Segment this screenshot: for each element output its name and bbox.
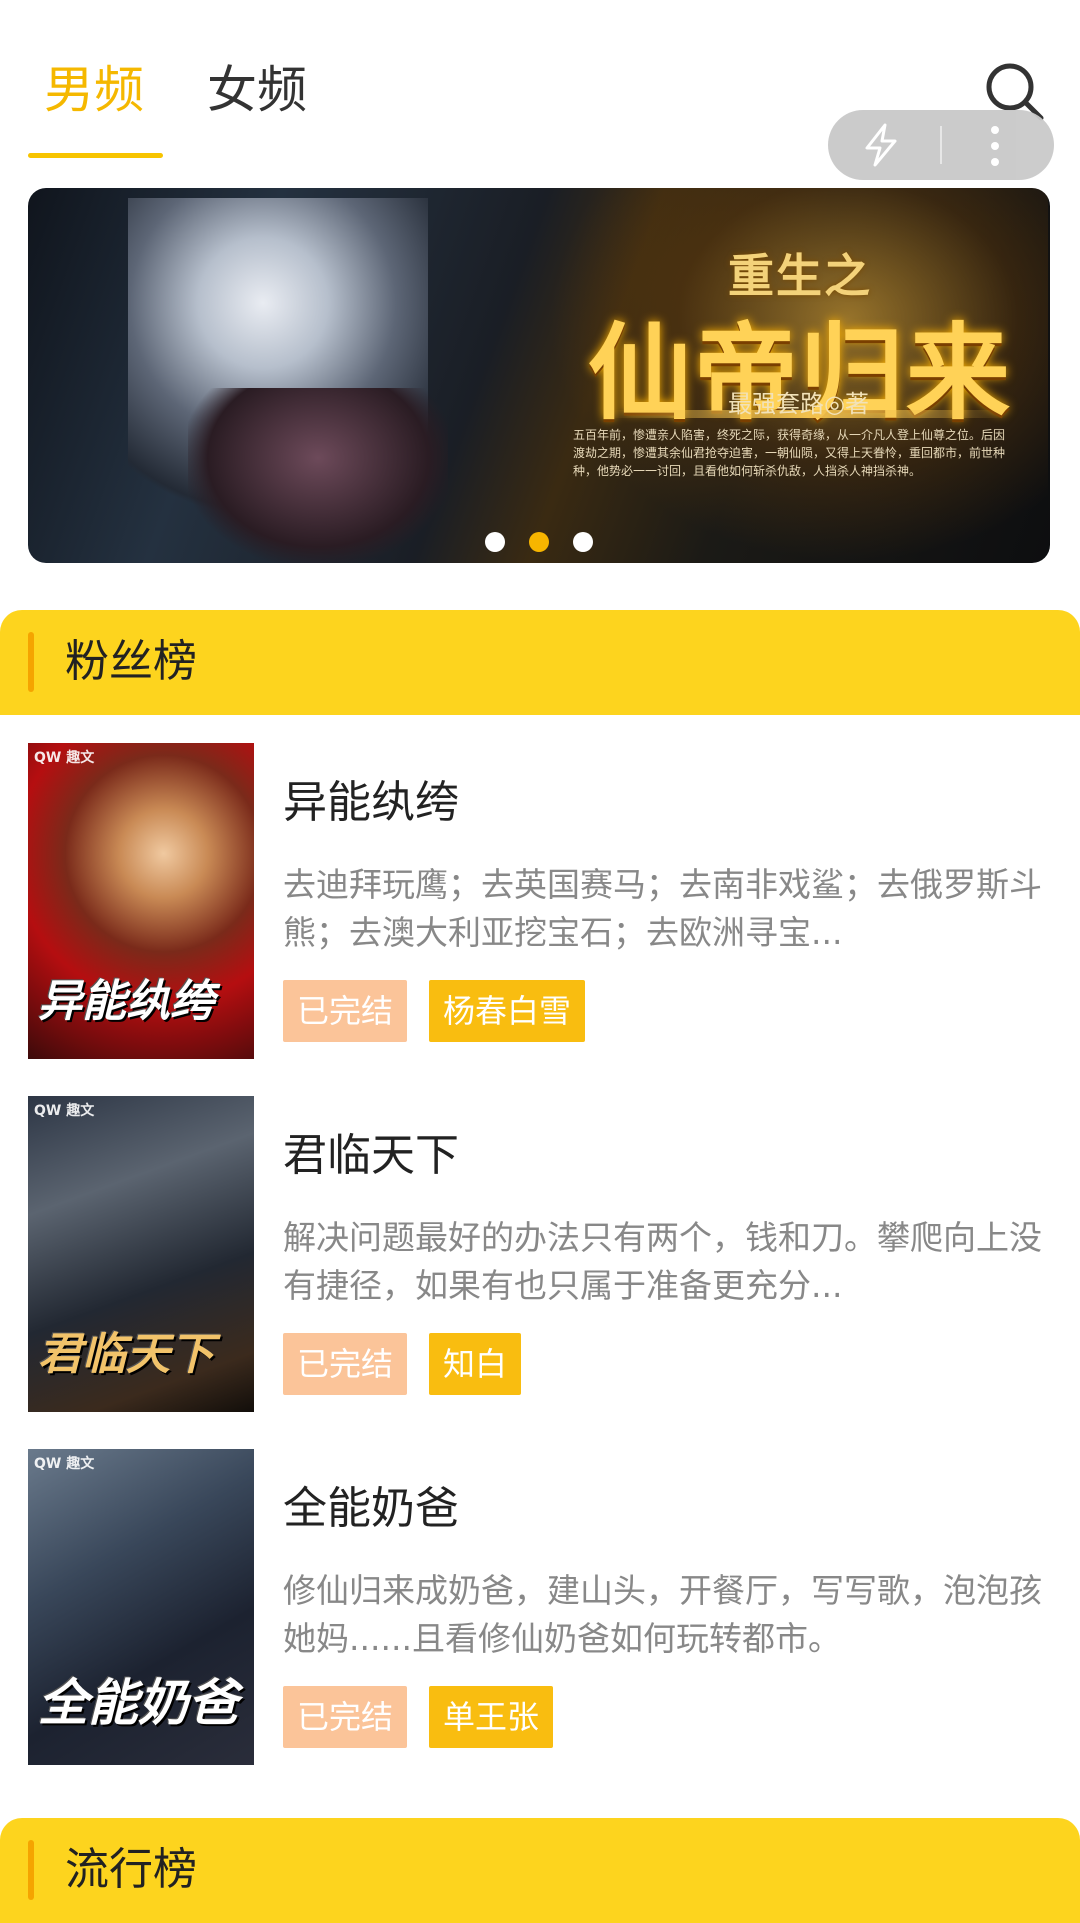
- section-marker: [28, 1840, 34, 1900]
- book-description: 去迪拜玩鹰；去英国赛马；去南非戏鲨；去俄罗斯斗熊；去澳大利亚挖宝石；去欧洲寻宝.…: [283, 865, 1042, 952]
- book-tags: 已完结 杨春白雪: [283, 980, 607, 1044]
- tab-male[interactable]: 男频: [44, 58, 144, 122]
- book-cover[interactable]: QW 趣文 君临天下: [28, 1096, 254, 1412]
- cover-logo: QW 趣文: [34, 1456, 95, 1472]
- status-tag: 已完结: [283, 980, 408, 1042]
- book-title[interactable]: 君临天下: [283, 1126, 459, 1186]
- cover-logo: QW 趣文: [34, 750, 95, 766]
- author-tag[interactable]: 杨春白雪: [429, 980, 586, 1042]
- banner-author: 最强套路◎著: [728, 390, 869, 418]
- book-tags: 已完结 知白: [283, 1333, 543, 1397]
- book-tags: 已完结 单王张: [283, 1686, 575, 1750]
- banner-blurb: 五百年前，惨遭亲人陷害，终死之际，获得奇缘，从一介凡人登上仙尊之位。后因渡劫之期…: [573, 428, 1006, 478]
- section-title: 粉丝榜: [65, 636, 197, 687]
- capsule-divider: [940, 126, 942, 164]
- section-header-fans: 粉丝榜: [0, 610, 1080, 715]
- section-marker: [28, 632, 34, 692]
- mini-program-capsule: [828, 110, 1054, 180]
- carousel-indicator: [28, 532, 1050, 554]
- carousel-dot-active[interactable]: [529, 532, 549, 552]
- more-vertical-icon[interactable]: [988, 124, 1002, 168]
- book-cover[interactable]: QW 趣文 异能纨绔: [28, 743, 254, 1059]
- book-item[interactable]: QW 趣文 异能纨绔 异能纨绔 去迪拜玩鹰；去英国赛马；去南非戏鲨；去俄罗斯斗熊…: [0, 743, 1080, 1063]
- section-title: 流行榜: [65, 1844, 197, 1895]
- top-bar: 男频 女频: [0, 0, 1080, 180]
- book-title[interactable]: 全能奶爸: [283, 1479, 459, 1539]
- cover-logo: QW 趣文: [34, 1103, 95, 1119]
- tab-female[interactable]: 女频: [207, 58, 307, 122]
- book-title[interactable]: 异能纨绔: [283, 773, 459, 833]
- carousel-dot[interactable]: [573, 532, 593, 552]
- active-tab-indicator: [28, 153, 163, 158]
- book-cover[interactable]: QW 趣文 全能奶爸: [28, 1449, 254, 1765]
- book-description: 解决问题最好的办法只有两个，钱和刀。攀爬向上没有捷径，如果有也只属于准备更充分.…: [283, 1218, 1042, 1305]
- book-description: 修仙归来成奶爸，建山头，开餐厅，写写歌，泡泡孩她妈......且看修仙奶爸如何玩…: [283, 1571, 1042, 1658]
- cover-title: 全能奶爸: [38, 1674, 238, 1732]
- lightning-icon[interactable]: [858, 122, 904, 168]
- carousel-dot[interactable]: [485, 532, 505, 552]
- cover-title: 异能纨绔: [38, 976, 214, 1027]
- promo-banner[interactable]: 重生之 仙帝归来 最强套路◎著 五百年前，惨遭亲人陷害，终死之际，获得奇缘，从一…: [28, 188, 1050, 563]
- author-tag[interactable]: 单王张: [429, 1686, 554, 1748]
- book-item[interactable]: QW 趣文 全能奶爸 全能奶爸 修仙归来成奶爸，建山头，开餐厅，写写歌，泡泡孩她…: [0, 1449, 1080, 1769]
- section-header-popular: 流行榜: [0, 1818, 1080, 1923]
- status-tag: 已完结: [283, 1333, 408, 1395]
- author-tag[interactable]: 知白: [429, 1333, 522, 1395]
- status-tag: 已完结: [283, 1686, 408, 1748]
- book-item[interactable]: QW 趣文 君临天下 君临天下 解决问题最好的办法只有两个，钱和刀。攀爬向上没有…: [0, 1096, 1080, 1416]
- cover-title: 君临天下: [38, 1329, 214, 1380]
